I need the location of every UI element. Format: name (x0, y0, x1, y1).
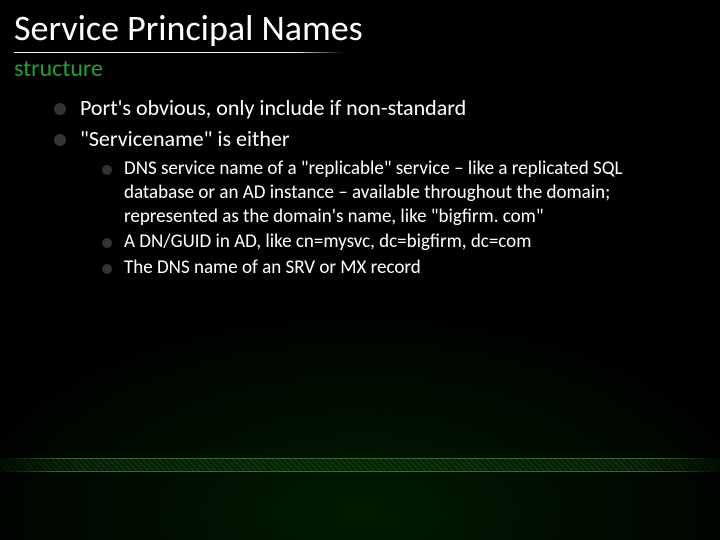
slide-subtitle: structure (14, 54, 103, 83)
bullet-text: DNS service name of a "replicable" servi… (124, 157, 690, 228)
content-area: Port's obvious, only include if non-stan… (54, 94, 690, 282)
divider-line (0, 471, 720, 472)
slide: Service Principal Names structure Port's… (0, 0, 720, 540)
hatch-pattern (0, 459, 720, 471)
title-underline (14, 52, 344, 53)
bullet-text: "Servicename" is either (80, 125, 290, 154)
bullet-icon (102, 264, 112, 274)
bullet-level2: The DNS name of an SRV or MX record (102, 256, 690, 280)
bullet-icon (102, 165, 112, 175)
bullet-text: The DNS name of an SRV or MX record (124, 256, 421, 280)
bullet-icon (54, 103, 66, 115)
sub-bullets: DNS service name of a "replicable" servi… (102, 157, 690, 280)
footer-decorative-band (0, 458, 720, 472)
bullet-icon (54, 134, 66, 146)
bullet-text: A DN/GUID in AD, like cn=mysvc, dc=bigfi… (124, 230, 531, 254)
slide-title: Service Principal Names (14, 6, 363, 50)
bullet-level2: DNS service name of a "replicable" servi… (102, 157, 690, 228)
bullet-level1: "Servicename" is either (54, 125, 690, 154)
bullet-level1: Port's obvious, only include if non-stan… (54, 94, 690, 123)
bullet-level2: A DN/GUID in AD, like cn=mysvc, dc=bigfi… (102, 230, 690, 254)
bullet-text: Port's obvious, only include if non-stan… (80, 94, 466, 123)
bullet-icon (102, 238, 112, 248)
